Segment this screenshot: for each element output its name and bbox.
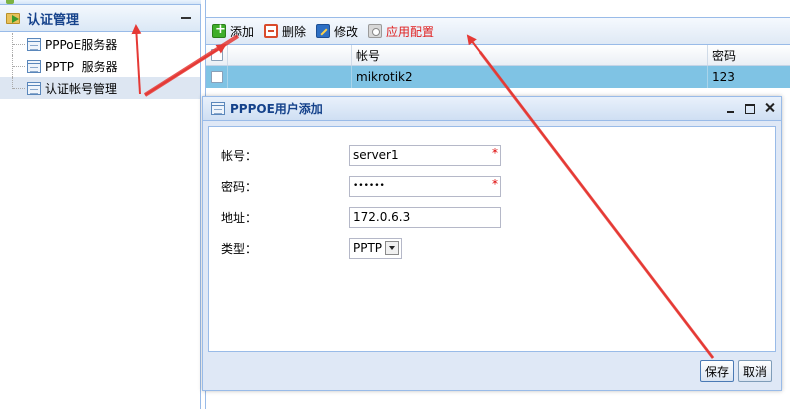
- account-row: 帐号： server1 *: [221, 144, 501, 166]
- toolbar: 添加 删除 修改 应用配置: [206, 18, 790, 45]
- address-field[interactable]: 172.0.6.3: [349, 206, 501, 228]
- edit-icon: [316, 24, 331, 38]
- password-label: 密码：: [221, 179, 258, 194]
- table-row[interactable]: mikrotik2 123: [206, 66, 790, 88]
- delete-icon: [264, 24, 279, 38]
- collapse-icon[interactable]: [181, 17, 191, 19]
- save-button[interactable]: 保存: [700, 360, 735, 382]
- sidebar: 认证管理 PPPoE服务器 PPTP 服务器 认证帐号管理: [0, 0, 201, 409]
- chevron-down-icon[interactable]: [385, 241, 400, 255]
- select-all-checkbox[interactable]: [206, 45, 228, 65]
- column-header-password[interactable]: 密码: [708, 45, 790, 65]
- add-user-dialog: PPPOE用户添加 帐号： server1 * 密码： •••••• * 地址：…: [202, 96, 782, 391]
- dialog-footer: 保存 取消: [203, 354, 781, 390]
- grid-header: 帐号 密码: [206, 45, 790, 66]
- delete-button[interactable]: 删除: [264, 21, 306, 41]
- cell-password: 123: [712, 70, 735, 84]
- sidebar-item-label: PPTP 服务器: [45, 59, 118, 74]
- type-select[interactable]: PPTP: [349, 237, 403, 259]
- main-panel-header: [206, 0, 790, 18]
- column-header-account[interactable]: 帐号: [352, 45, 708, 65]
- grid-icon: [211, 102, 225, 115]
- dialog-form: 帐号： server1 * 密码： •••••• * 地址： 172.0.6.3: [208, 126, 776, 352]
- close-icon[interactable]: [764, 102, 776, 114]
- app-window: 认证管理 PPPoE服务器 PPTP 服务器 认证帐号管理 + 添加 删除 修改…: [0, 0, 790, 409]
- type-row: 类型： PPTP: [221, 237, 403, 259]
- minimize-icon[interactable]: [725, 102, 737, 114]
- maximize-icon[interactable]: [744, 102, 756, 114]
- account-field[interactable]: server1 *: [349, 144, 501, 166]
- sidebar-item-account-management[interactable]: 认证帐号管理: [0, 77, 200, 99]
- required-mark: *: [492, 176, 498, 191]
- row-checkbox[interactable]: [206, 66, 228, 88]
- sidebar-title: 认证管理: [27, 12, 80, 28]
- add-button[interactable]: 添加: [212, 21, 254, 41]
- column-header-index: [228, 45, 352, 65]
- sidebar-header[interactable]: 认证管理: [0, 5, 200, 32]
- apply-config-button[interactable]: 应用配置: [368, 21, 434, 41]
- sidebar-item-label: PPPoE服务器: [45, 37, 118, 52]
- password-row: 密码： •••••• *: [221, 175, 501, 197]
- folder-icon: [6, 11, 22, 25]
- cell-account: mikrotik2: [352, 66, 708, 88]
- password-field[interactable]: •••••• *: [349, 175, 501, 197]
- sidebar-tree: PPPoE服务器 PPTP 服务器 认证帐号管理: [0, 33, 200, 99]
- config-icon: [368, 24, 383, 38]
- dialog-title: PPPOE用户添加: [230, 102, 323, 116]
- address-label: 地址：: [221, 210, 258, 225]
- dialog-header[interactable]: PPPOE用户添加: [203, 97, 781, 121]
- app-icon: [6, 0, 14, 4]
- account-label: 帐号：: [221, 148, 258, 163]
- sidebar-item-label: 认证帐号管理: [45, 81, 118, 96]
- edit-button[interactable]: 修改: [316, 21, 358, 41]
- add-icon: [212, 22, 226, 38]
- required-mark: *: [492, 145, 498, 160]
- grid-icon: [27, 81, 41, 95]
- sidebar-item-pppoe-server[interactable]: PPPoE服务器: [0, 33, 200, 55]
- grid-icon: [27, 59, 41, 73]
- type-label: 类型：: [221, 241, 258, 256]
- cancel-button[interactable]: 取消: [738, 360, 773, 382]
- address-row: 地址： 172.0.6.3: [221, 206, 501, 228]
- sidebar-item-pptp-server[interactable]: PPTP 服务器: [0, 55, 200, 77]
- grid-icon: [27, 37, 41, 51]
